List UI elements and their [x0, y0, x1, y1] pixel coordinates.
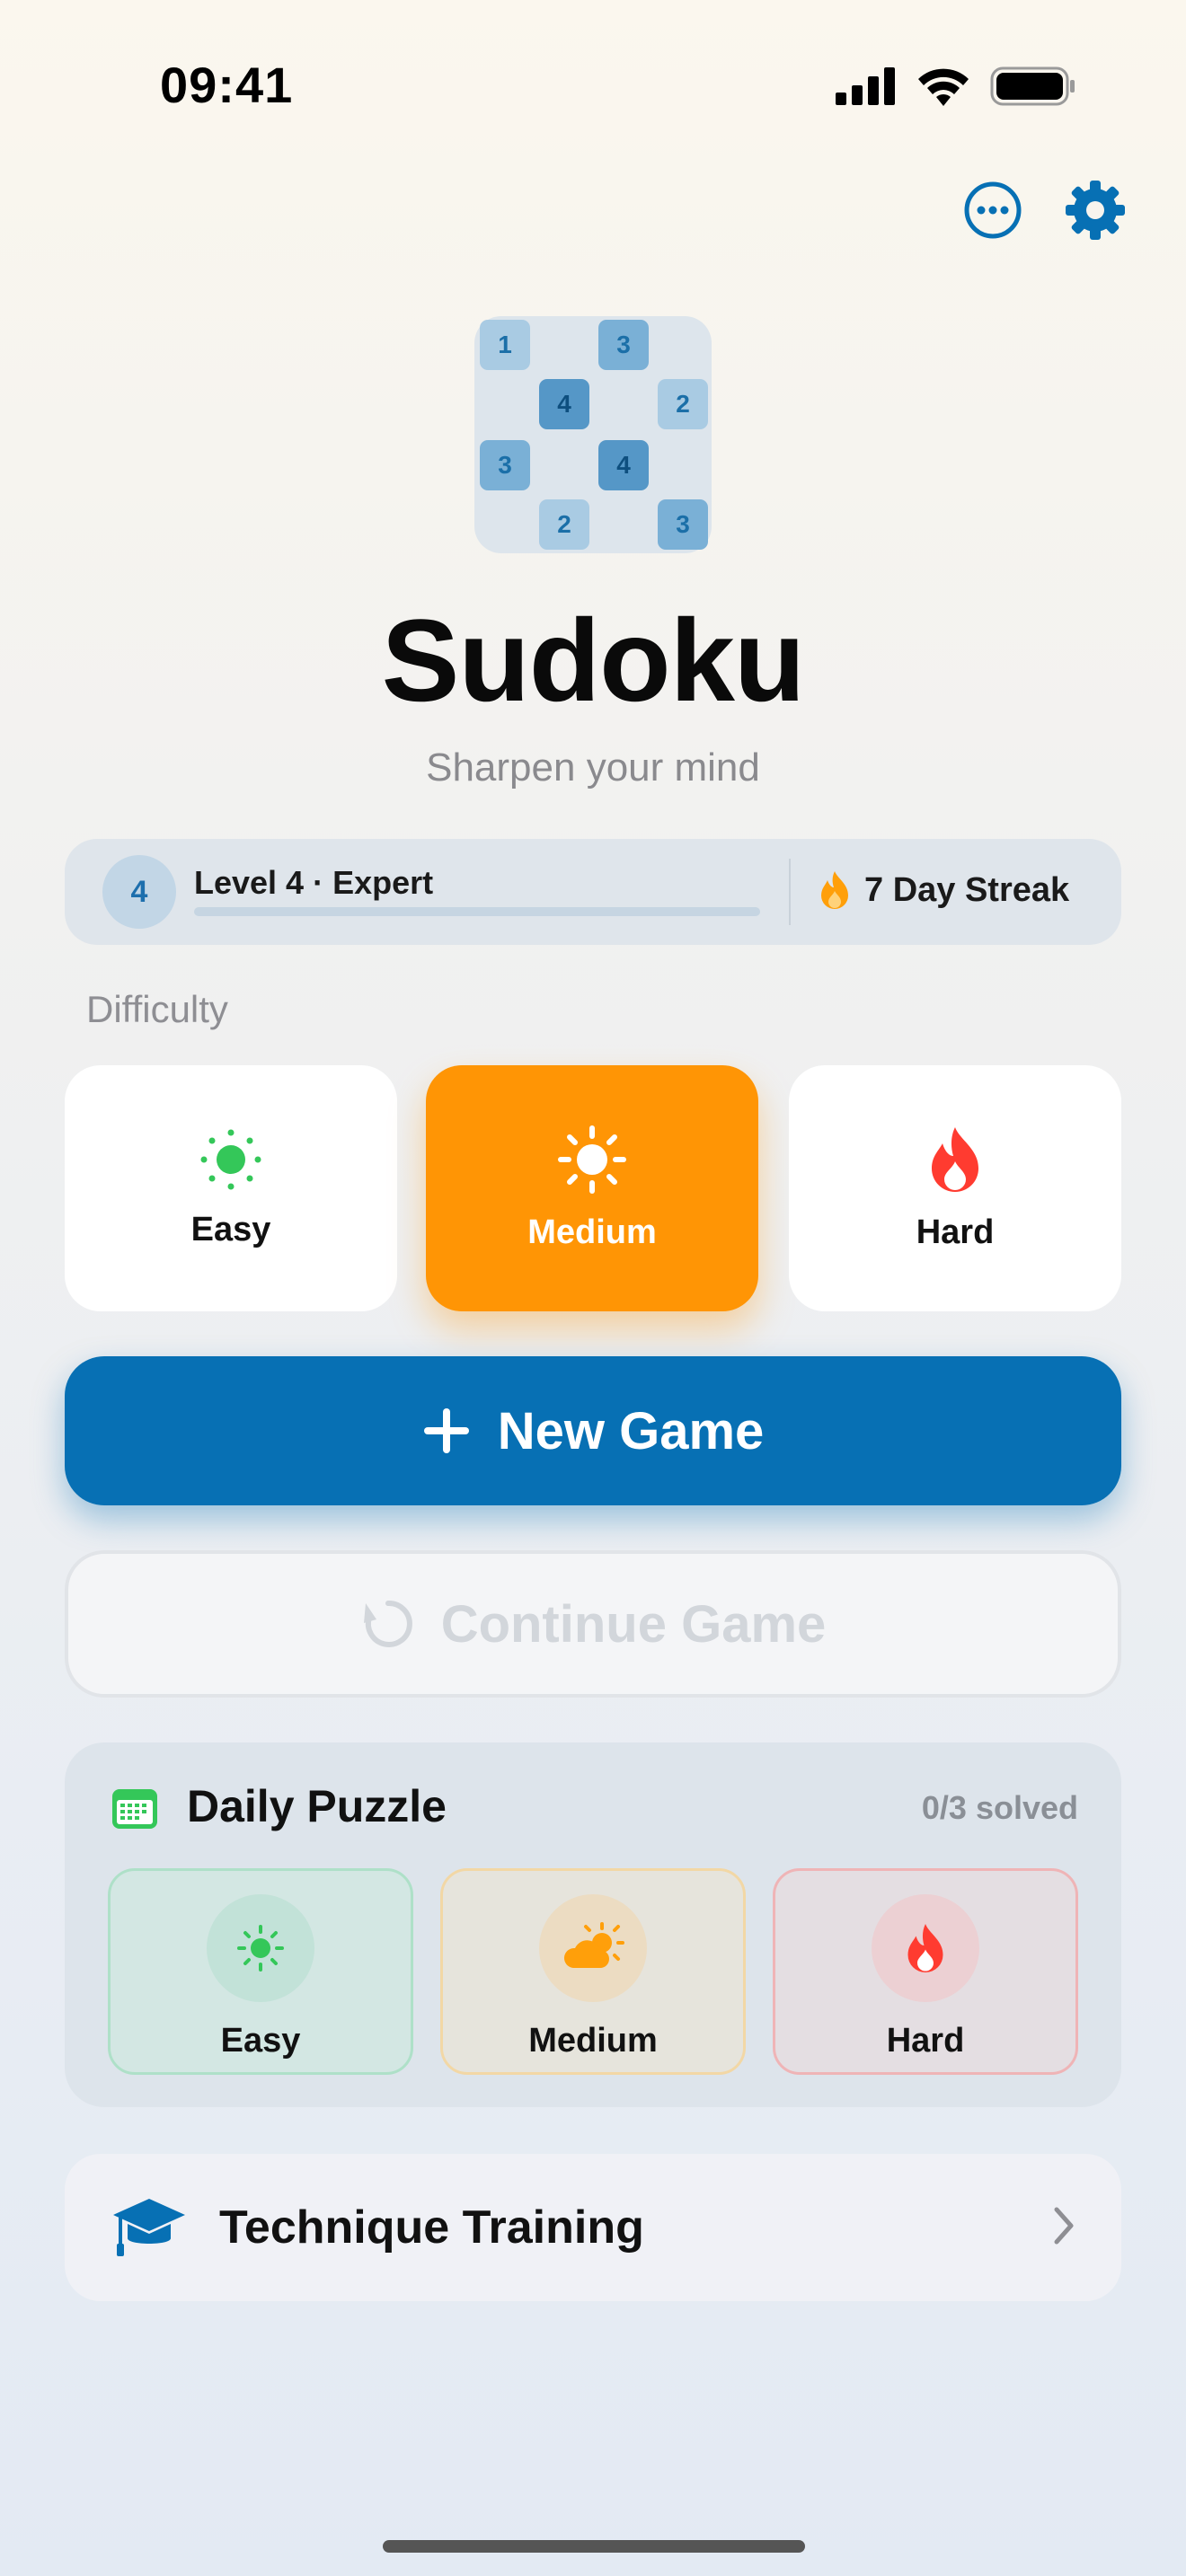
new-game-button[interactable]: New Game	[65, 1356, 1121, 1505]
difficulty-hard-label: Hard	[916, 1213, 995, 1251]
more-button[interactable]	[960, 178, 1025, 243]
settings-button[interactable]	[1063, 178, 1128, 243]
level-badge: 4	[102, 855, 176, 929]
daily-medium-icon-circle	[539, 1894, 647, 2002]
wifi-icon	[918, 68, 969, 106]
sun-small-icon	[200, 1129, 261, 1189]
daily-hard-label: Hard	[886, 2022, 965, 2060]
daily-medium-button[interactable]: Medium	[440, 1868, 746, 2075]
status-icons	[836, 63, 1087, 110]
logo-cell: 3	[658, 499, 708, 550]
daily-medium-label: Medium	[528, 2022, 658, 2060]
new-game-label: New Game	[497, 1401, 765, 1460]
difficulty-medium-button[interactable]: Medium	[426, 1065, 758, 1311]
chevron-right-icon	[1054, 2207, 1074, 2245]
continue-game-button[interactable]: Continue Game	[65, 1550, 1121, 1698]
daily-solved-count: 0/3 solved	[921, 1789, 1078, 1826]
logo-cell: 1	[480, 320, 530, 370]
daily-puzzle-card: Daily Puzzle 0/3 solved Easy Medium Hard	[65, 1742, 1121, 2107]
daily-easy-label: Easy	[220, 2022, 301, 2060]
app-subtitle: Sharpen your mind	[426, 745, 760, 790]
level-card: 4 Level 4 · Expert 7 Day Streak	[65, 839, 1121, 945]
difficulty-easy-button[interactable]: Easy	[65, 1065, 397, 1311]
difficulty-medium-label: Medium	[527, 1213, 657, 1251]
difficulty-hard-button[interactable]: Hard	[789, 1065, 1121, 1311]
sun-icon	[558, 1125, 626, 1194]
logo-cell: 3	[598, 320, 649, 370]
plus-icon	[423, 1408, 469, 1453]
daily-easy-button[interactable]: Easy	[108, 1868, 413, 2075]
flame-icon	[932, 1126, 978, 1192]
continue-game-label: Continue Game	[440, 1594, 827, 1654]
gear-icon	[1066, 181, 1125, 240]
cloud-sun-icon	[563, 1922, 624, 1968]
restart-icon	[363, 1600, 412, 1647]
cellular-signal-icon	[836, 67, 895, 105]
sun-small-icon	[237, 1925, 284, 1972]
divider	[789, 859, 791, 925]
difficulty-section-label: Difficulty	[86, 988, 228, 1030]
daily-hard-button[interactable]: Hard	[773, 1868, 1078, 2075]
flame-icon	[907, 1924, 943, 1972]
battery-icon	[990, 66, 1075, 106]
ellipsis-circle-icon	[964, 181, 1022, 239]
logo-cell: 2	[539, 499, 589, 550]
graduation-cap-icon	[113, 2199, 185, 2256]
sudoku-logo: 1 3 4 2 3 4 2 3	[474, 316, 712, 553]
logo-cell: 4	[539, 379, 589, 429]
calendar-icon	[112, 1789, 157, 1829]
difficulty-easy-label: Easy	[190, 1210, 271, 1248]
technique-training-row[interactable]: Technique Training	[65, 2154, 1121, 2301]
daily-easy-icon-circle	[207, 1894, 314, 2002]
level-label: Level 4 · Expert	[194, 864, 434, 901]
app-title: Sudoku	[381, 595, 806, 726]
status-time: 09:41	[160, 57, 294, 113]
logo-cell: 4	[598, 440, 649, 490]
streak-label: 7 Day Streak	[864, 870, 1070, 909]
home-indicator	[383, 2540, 805, 2553]
technique-training-label: Technique Training	[219, 2201, 644, 2254]
logo-cell: 3	[480, 440, 530, 490]
logo-cell: 2	[658, 379, 708, 429]
streak: 7 Day Streak	[818, 869, 1069, 911]
flame-icon	[821, 871, 848, 909]
level-progress-bar	[194, 907, 760, 916]
daily-puzzle-title: Daily Puzzle	[187, 1781, 447, 1831]
daily-hard-icon-circle	[872, 1894, 979, 2002]
